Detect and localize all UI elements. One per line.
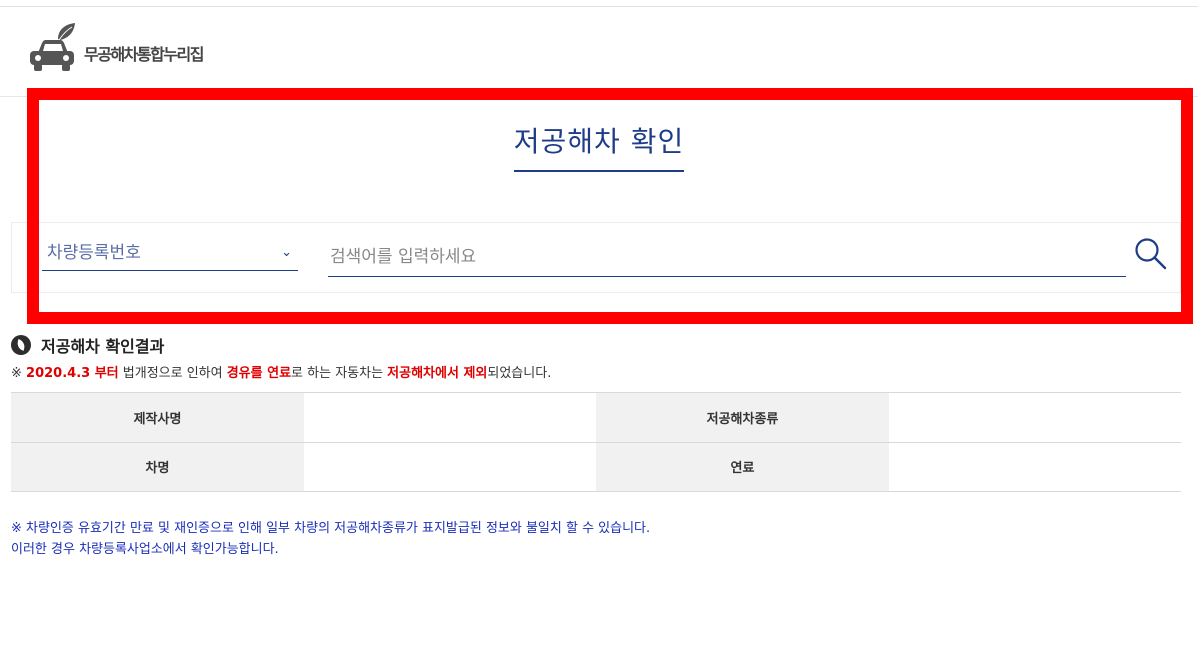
law-change-notice: ※ 2020.4.3 부터 법개정으로 인하여 경유를 연료로 하는 자동차는 … (11, 362, 551, 381)
search-type-value: 차량등록번호 (47, 243, 141, 263)
car-name-value (304, 441, 596, 492)
result-table: 제작사명 저공해차종류 차명 연료 (11, 392, 1181, 492)
footnote-line-2: 이러한 경우 차량등록사업소에서 확인가능합니다. (11, 542, 279, 557)
site-header: 무공해차통합누리집 (0, 7, 1198, 97)
notice-part1: 법개정으로 인하여 (118, 366, 227, 381)
search-type-select[interactable]: 차량등록번호 ⌄ (42, 235, 298, 271)
result-title: 저공해차 확인결과 (11, 333, 164, 357)
table-row: 차명 연료 (11, 441, 1181, 492)
notice-fuel: 경유를 연료 (226, 366, 292, 381)
fuel-value (889, 441, 1181, 492)
footnote: ※ 차량인증 유효기간 만료 및 재인증으로 인해 일부 차량의 저공해차종류가… (11, 518, 650, 560)
search-icon[interactable] (1134, 237, 1168, 271)
car-with-leaf-icon (30, 23, 75, 71)
search-input[interactable] (328, 237, 1126, 277)
notice-part2: 로 하는 자동차는 (291, 366, 388, 381)
notice-excluded: 저공해차에서 제외 (387, 366, 488, 381)
notice-mark: ※ (11, 366, 27, 381)
notice-part3: 되었습니다. (487, 366, 552, 381)
chevron-down-icon: ⌄ (281, 245, 292, 260)
search-area: 차량등록번호 ⌄ (11, 222, 1181, 293)
fuel-label: 연료 (596, 441, 889, 492)
result-title-text: 저공해차 확인결과 (41, 337, 165, 356)
page-title: 저공해차 확인 (0, 120, 1198, 172)
car-name-label: 차명 (11, 441, 304, 492)
table-row: 제작사명 저공해차종류 (11, 392, 1181, 443)
low-emission-type-label: 저공해차종류 (596, 392, 889, 443)
site-logo[interactable]: 무공해차통합누리집 (28, 21, 204, 73)
footnote-line-1: ※ 차량인증 유효기간 만료 및 재인증으로 인해 일부 차량의 저공해차종류가… (11, 521, 651, 536)
page-title-text: 저공해차 확인 (513, 120, 685, 172)
manufacturer-label: 제작사명 (11, 392, 304, 443)
manufacturer-value (304, 392, 596, 443)
low-emission-type-value (889, 392, 1181, 443)
logo-text: 무공해차통합누리집 (84, 45, 204, 64)
notice-date: 2020.4.3 부터 (26, 366, 119, 381)
leaf-bullet-icon (11, 335, 31, 355)
